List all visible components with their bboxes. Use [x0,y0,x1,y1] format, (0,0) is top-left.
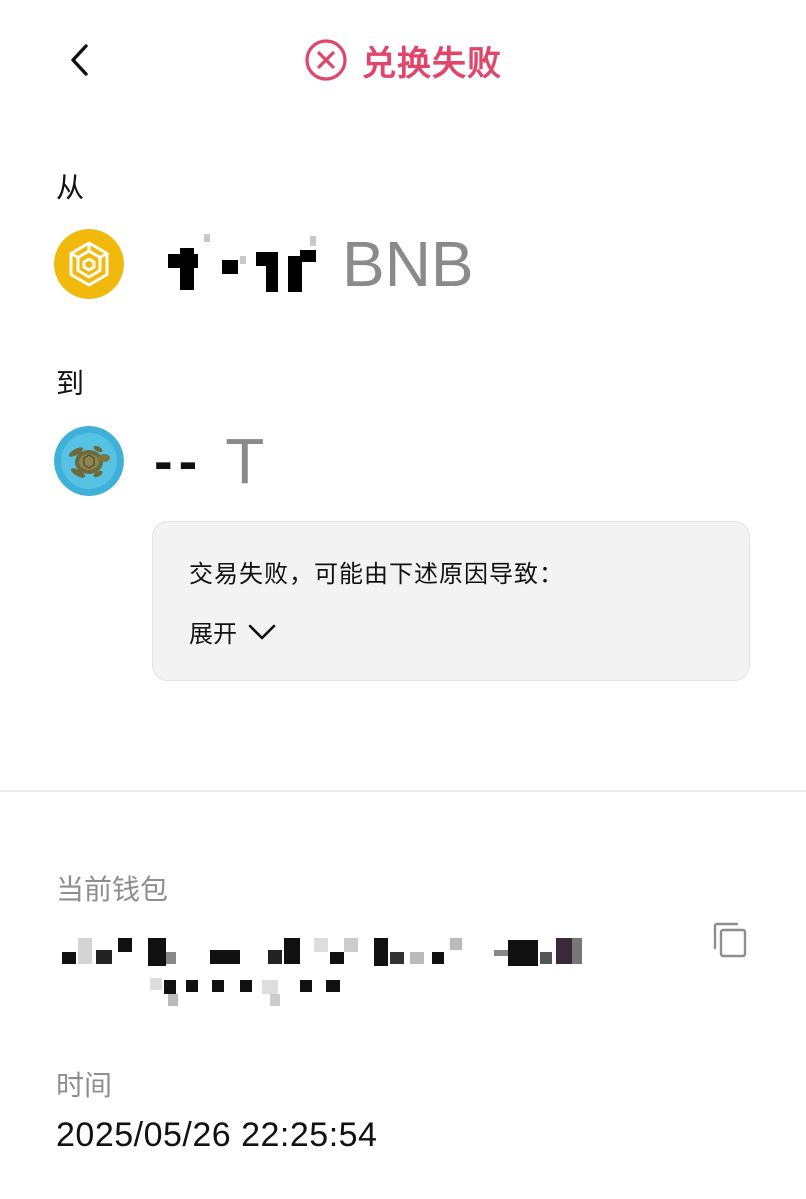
time-value: 2025/05/26 22:25:54 [56,1116,378,1154]
copy-address-button[interactable] [710,920,750,960]
to-amount: -- [154,429,204,492]
bnb-coin-icon [54,229,124,299]
chevron-down-icon [248,624,276,639]
expand-label: 展开 [189,620,237,648]
status-header: 兑换失败 [0,37,806,84]
circle-x-icon [305,39,347,81]
expand-button[interactable]: 展开 [189,614,277,649]
failure-reason-text: 交易失败，可能由下述原因导致： [189,560,564,588]
time-label: 时间 [56,1069,113,1102]
to-label: 到 [56,367,85,400]
turtle-token-icon [54,426,124,496]
to-token-symbol: T [225,425,265,497]
from-token-row: BNB [54,228,474,300]
wallet-label: 当前钱包 [56,873,169,906]
wallet-address-redacted [56,930,616,1020]
page-title: 兑换失败 [362,43,502,84]
copy-icon [713,922,747,958]
section-divider [0,790,806,792]
failure-reason-box: 交易失败，可能由下述原因导致： 展开 [152,521,750,681]
from-label: 从 [56,171,85,204]
from-token-symbol: BNB [342,228,474,300]
to-token-row: -- T [54,425,264,497]
from-amount-redacted [160,228,330,300]
